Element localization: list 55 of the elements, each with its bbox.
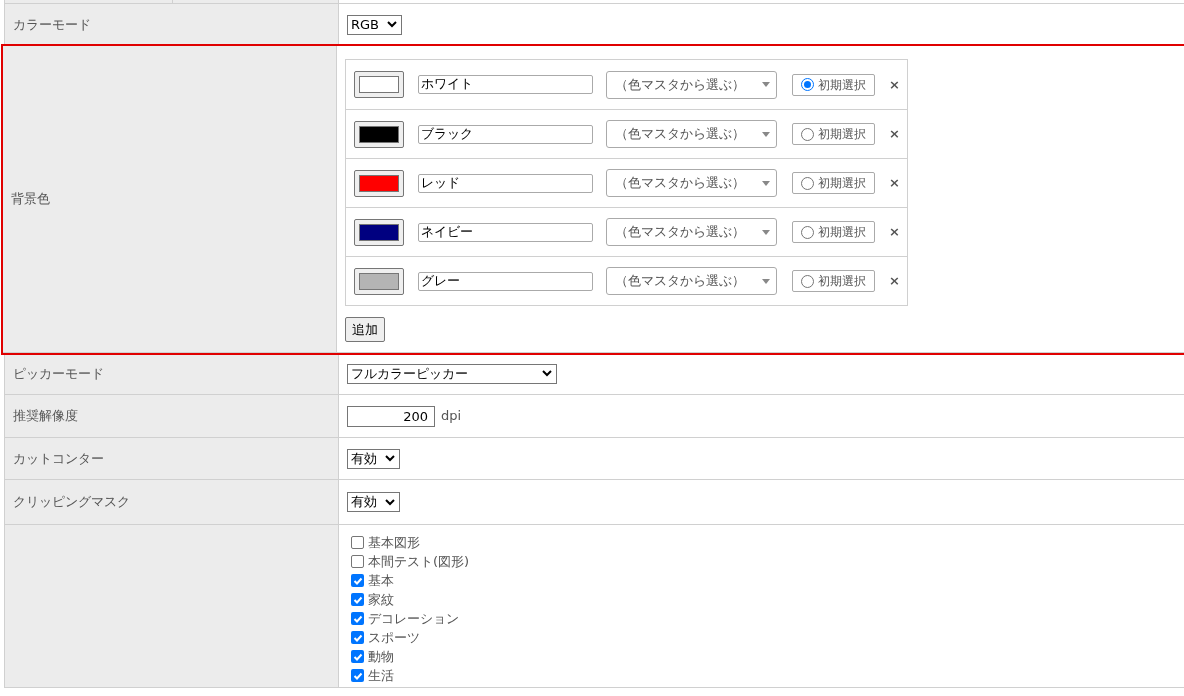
number-field[interactable]: 200 (347, 405, 435, 427)
category-checkbox[interactable]: 基本図形 (347, 533, 420, 552)
field-label: クリッピングマスク (13, 493, 130, 512)
remove-button[interactable]: × (889, 173, 900, 193)
color-name-field[interactable]: ブラック (418, 124, 593, 144)
default-radio-button[interactable]: 初期選択 (792, 270, 875, 292)
remove-button[interactable]: × (889, 124, 900, 144)
field-label: ピッカーモード (13, 364, 104, 383)
triangle-down-icon (762, 180, 770, 186)
remove-button[interactable]: × (889, 222, 900, 242)
field-label: カラーモード (13, 15, 91, 34)
triangle-down-icon (762, 82, 770, 87)
color-name-field[interactable]: レッド (418, 173, 593, 193)
dropdown[interactable]: 有効 (347, 492, 400, 512)
chevron-down-icon (542, 370, 552, 377)
category-checkbox[interactable]: 基本 (347, 571, 394, 590)
color-master-dropdown[interactable]: （色マスタから選ぶ） (606, 169, 777, 197)
default-radio-button[interactable]: 初期選択 (792, 73, 875, 96)
color-swatch-button[interactable] (354, 218, 404, 246)
default-radio-button[interactable]: 初期選択 (792, 123, 875, 145)
default-radio-button[interactable]: 初期選択 (792, 221, 875, 243)
color-swatch-button[interactable] (354, 120, 404, 148)
color-swatch-button[interactable] (354, 267, 404, 295)
remove-button[interactable]: × (889, 74, 900, 95)
add-button[interactable]: 追加 (345, 317, 385, 342)
category-checkbox[interactable]: 本間テスト(図形) (347, 552, 470, 571)
dropdown[interactable]: フルカラーピッカー (347, 363, 557, 384)
chevron-down-icon (385, 498, 395, 506)
category-checkbox[interactable]: 動物 (347, 647, 394, 666)
dropdown[interactable]: RGB (347, 14, 403, 35)
field-label: 推奨解像度 (13, 407, 78, 426)
triangle-down-icon (762, 131, 770, 137)
color-swatch-button[interactable] (354, 169, 404, 197)
category-checkbox[interactable]: スポーツ (347, 628, 420, 647)
category-checkbox[interactable]: 家紋 (347, 590, 394, 609)
field-label: カットコンター (13, 449, 104, 468)
unit-label: dpi (441, 407, 462, 426)
category-checkbox[interactable]: デコレーション (347, 609, 459, 628)
color-swatch-button[interactable] (354, 71, 404, 98)
remove-button[interactable]: × (889, 271, 900, 291)
color-name-field[interactable]: ホワイト (418, 75, 593, 94)
color-name-field[interactable]: ネイビー (418, 222, 593, 242)
color-master-dropdown[interactable]: （色マスタから選ぶ） (606, 267, 777, 295)
triangle-down-icon (762, 229, 770, 235)
category-checkbox[interactable]: 生活 (347, 666, 394, 685)
dropdown[interactable]: 有効 (347, 448, 400, 469)
color-master-dropdown[interactable]: （色マスタから選ぶ） (606, 70, 777, 99)
triangle-down-icon (762, 278, 770, 284)
color-name-field[interactable]: グレー (418, 271, 593, 291)
color-master-dropdown[interactable]: （色マスタから選ぶ） (606, 120, 777, 148)
color-master-dropdown[interactable]: （色マスタから選ぶ） (606, 218, 777, 246)
chevron-down-icon (385, 455, 395, 462)
field-label: 背景色 (11, 190, 50, 209)
default-radio-button[interactable]: 初期選択 (792, 172, 875, 194)
chevron-down-icon (387, 21, 398, 28)
